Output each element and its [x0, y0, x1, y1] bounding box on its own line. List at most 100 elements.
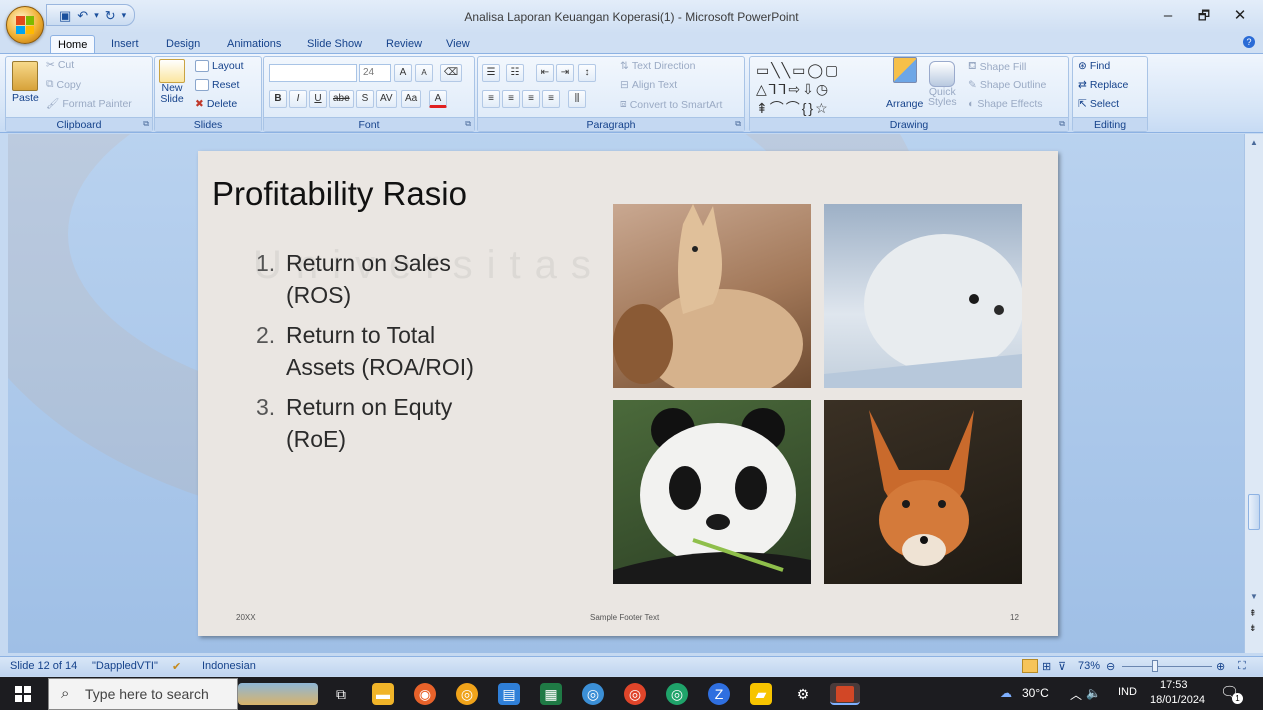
llama-photo[interactable]	[613, 204, 811, 388]
chrome-profile-1-icon[interactable]: ◎	[582, 683, 604, 705]
spelling-icon[interactable]: ✔	[172, 660, 181, 673]
paste-button[interactable]: Paste	[12, 61, 39, 104]
sticky-notes-icon[interactable]: ▰	[750, 683, 772, 705]
layout-button[interactable]: Layout	[195, 60, 244, 72]
shape-fill-button[interactable]: ⛾ Shape Fill	[968, 60, 1026, 74]
character-spacing-button[interactable]: AV	[376, 90, 397, 108]
underline-button[interactable]: U	[309, 90, 327, 108]
tab-home[interactable]: Home	[50, 35, 96, 53]
panda-photo[interactable]	[613, 400, 811, 584]
numbering-icon[interactable]: ☷	[506, 64, 524, 82]
volume-icon[interactable]: 🔈	[1086, 686, 1101, 700]
windows-start-icon[interactable]	[15, 686, 31, 702]
align-center-icon[interactable]: ≡	[502, 90, 520, 108]
shape-outline-button[interactable]: ✎ Shape Outline	[968, 79, 1046, 91]
taskbar-search-box[interactable]: ⌕ Type here to search	[48, 678, 238, 710]
align-right-icon[interactable]: ≡	[522, 90, 540, 108]
search-highlight-image[interactable]	[238, 683, 318, 705]
font-size-combo[interactable]: 24	[359, 64, 391, 82]
increase-indent-icon[interactable]: ⇥	[556, 64, 574, 82]
shrink-font-button[interactable]: A	[415, 64, 433, 82]
slide-workspace[interactable]: Universitas Profitability Rasio 1. Retur…	[8, 134, 1244, 653]
scroll-down-icon[interactable]: ▼	[1250, 592, 1258, 601]
new-slide-button[interactable]: New Slide	[159, 59, 185, 105]
align-left-icon[interactable]: ≡	[482, 90, 500, 108]
minimize-button[interactable]: –	[1150, 4, 1186, 28]
font-name-combo[interactable]	[269, 64, 357, 82]
zoom-out-icon[interactable]: ⊖	[1106, 660, 1115, 673]
word-icon[interactable]: ▤	[498, 683, 520, 705]
text-shadow-button[interactable]: S	[356, 90, 374, 108]
arrange-button[interactable]: Arrange	[886, 57, 923, 110]
vertical-scrollbar[interactable]: ▲ ▼ ⇞ ⇟	[1244, 134, 1263, 653]
chrome-icon[interactable]: ◎	[456, 683, 478, 705]
slide-sorter-icon[interactable]: ⊞	[1042, 660, 1051, 673]
help-icon[interactable]: ?	[1243, 36, 1255, 48]
clock-date[interactable]: 18/01/2024	[1150, 694, 1205, 706]
input-language[interactable]: IND	[1118, 686, 1137, 698]
tab-design[interactable]: Design	[159, 35, 207, 53]
tab-insert[interactable]: Insert	[104, 35, 146, 53]
paragraph-dialog-launcher-icon[interactable]: ⧉	[735, 119, 741, 129]
close-button[interactable]: ✕	[1222, 4, 1258, 28]
chrome-profile-2-icon[interactable]: ◎	[624, 683, 646, 705]
delete-button[interactable]: ✖ Delete	[195, 98, 237, 110]
powerpoint-taskbar-icon[interactable]	[830, 683, 860, 705]
fox-photo[interactable]	[824, 400, 1022, 584]
convert-smartart-button[interactable]: ⧈ Convert to SmartArt	[620, 98, 722, 111]
shapes-gallery[interactable]: ▭╲╲▭◯▢ △⅂⅂⇨⇩◷ ⇞⌒⌒{}☆	[756, 61, 840, 118]
seal-photo[interactable]	[824, 204, 1022, 388]
copy-button[interactable]: ⧉ Copy	[46, 78, 81, 91]
find-button[interactable]: ⊛ Find	[1078, 60, 1110, 72]
change-case-button[interactable]: Aa	[401, 90, 422, 108]
slide-title[interactable]: Profitability Rasio	[212, 175, 467, 213]
firefox-icon[interactable]: ◉	[414, 683, 436, 705]
format-painter-button[interactable]: 🖌 Format Painter	[46, 97, 132, 111]
chrome-profile-3-icon[interactable]: ◎	[666, 683, 688, 705]
strikethrough-button[interactable]: abe	[329, 90, 354, 108]
settings-gear-icon[interactable]: ⚙	[792, 683, 814, 705]
decrease-indent-icon[interactable]: ⇤	[536, 64, 554, 82]
zoom-in-icon[interactable]: ⊕	[1216, 660, 1225, 673]
office-button[interactable]	[6, 6, 44, 44]
font-dialog-launcher-icon[interactable]: ⧉	[465, 119, 471, 129]
grow-font-button[interactable]: A	[394, 64, 412, 82]
bullets-icon[interactable]: ☰	[482, 64, 500, 82]
zoom-level[interactable]: 73%	[1078, 660, 1100, 672]
language-indicator[interactable]: Indonesian	[202, 660, 256, 672]
next-slide-icon[interactable]: ⇟	[1249, 624, 1257, 633]
italic-button[interactable]: I	[289, 90, 307, 108]
clear-formatting-icon[interactable]: ⌫	[440, 64, 463, 82]
excel-icon[interactable]: ▦	[540, 683, 562, 705]
columns-icon[interactable]: ⫼	[568, 90, 586, 108]
bold-button[interactable]: B	[269, 90, 287, 108]
fit-to-window-icon[interactable]: ⛶	[1238, 660, 1246, 673]
clock-time[interactable]: 17:53	[1160, 679, 1188, 691]
scroll-thumb[interactable]	[1248, 494, 1260, 530]
quick-styles-button[interactable]: Quick Styles	[928, 61, 957, 107]
task-view-icon[interactable]: ⧉	[330, 683, 352, 705]
zoom-app-icon[interactable]: Z	[708, 683, 730, 705]
replace-button[interactable]: ⇄ Replace	[1078, 79, 1128, 91]
slide-show-icon[interactable]: ⊽	[1058, 660, 1066, 673]
zoom-slider[interactable]	[1122, 666, 1212, 667]
line-spacing-icon[interactable]: ↕	[578, 64, 596, 82]
bullet-list[interactable]: 1. Return on Sales (ROS) 2. Return to Tot…	[256, 247, 516, 463]
drawing-dialog-launcher-icon[interactable]: ⧉	[1059, 119, 1065, 129]
weather-icon[interactable]: ☁	[1000, 686, 1012, 700]
previous-slide-icon[interactable]: ⇞	[1249, 609, 1257, 618]
justify-icon[interactable]: ≡	[542, 90, 560, 108]
restore-button[interactable]: 🗗	[1186, 4, 1222, 28]
align-text-button[interactable]: ⊟ Align Text	[620, 79, 677, 91]
shape-effects-button[interactable]: ◐ Shape Effects	[968, 98, 1043, 110]
slide[interactable]: Universitas Profitability Rasio 1. Retur…	[198, 151, 1058, 636]
normal-view-icon[interactable]	[1022, 659, 1038, 673]
tab-animations[interactable]: Animations	[220, 35, 288, 53]
select-button[interactable]: ⇱ Select	[1078, 98, 1119, 110]
tab-review[interactable]: Review	[379, 35, 429, 53]
dialog-launcher-icon[interactable]: ⧉	[143, 119, 149, 129]
zoom-slider-thumb[interactable]	[1152, 660, 1158, 672]
reset-button[interactable]: Reset	[195, 79, 239, 91]
font-color-button[interactable]: A	[429, 90, 447, 108]
cut-button[interactable]: ✂ Cut	[46, 59, 74, 71]
